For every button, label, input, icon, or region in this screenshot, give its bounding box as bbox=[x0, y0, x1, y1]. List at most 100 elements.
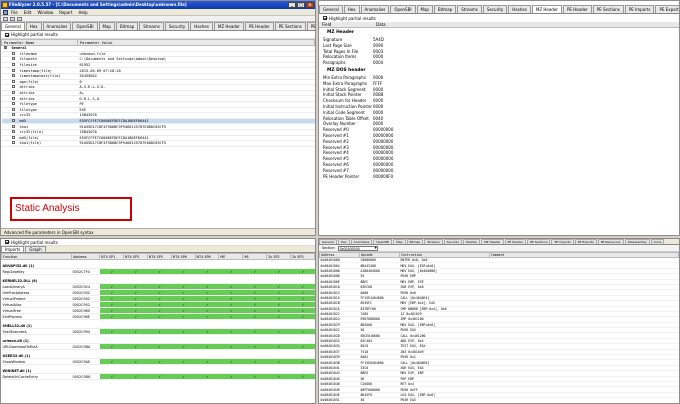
tab-opensbi[interactable]: OpenSBI bbox=[373, 239, 393, 244]
tab-pe-sections[interactable]: PE Sections bbox=[274, 22, 306, 30]
tab-mz-header[interactable]: MZ Header bbox=[531, 5, 562, 13]
imports-table: Function Address NT4 SP1 NT4 SP3 NT4 SP5 NT4 … bbox=[1, 253, 315, 380]
open-icon[interactable] bbox=[3, 17, 8, 21]
tab-map[interactable]: Map bbox=[98, 22, 115, 30]
field-value: 000000F0 bbox=[373, 173, 394, 179]
tab-streams[interactable]: Streams bbox=[139, 22, 164, 30]
tab-pe-imports[interactable]: PE Imports bbox=[306, 22, 315, 30]
menu-help[interactable]: Help bbox=[79, 10, 88, 15]
tab-pe-exports[interactable]: PE Exports bbox=[574, 239, 597, 244]
tab-anomalies[interactable]: Anomalies bbox=[350, 239, 373, 244]
column-header-field[interactable]: Field bbox=[319, 22, 373, 27]
row-checkbox[interactable] bbox=[9, 140, 18, 147]
tab-opensbi[interactable]: OpenSBI bbox=[390, 5, 416, 13]
imports-subtabs: Imports Graph bbox=[1, 246, 315, 253]
mz-header-fields: Signature 5A4D Last Page Size 0090 Total Pag… bbox=[319, 37, 679, 66]
dll-group-row[interactable]: WININET.dll (1) bbox=[1, 364, 315, 374]
tab-general[interactable]: General bbox=[319, 5, 343, 13]
tab-security[interactable]: Security bbox=[164, 22, 190, 30]
tab-imports[interactable]: Imports bbox=[1, 246, 25, 252]
tab-pe-imports[interactable]: PE Imports bbox=[624, 5, 655, 13]
tab-pe-sections[interactable]: PE Sections bbox=[592, 5, 624, 13]
field-row[interactable]: PE Header Pointer 000000F0 bbox=[319, 174, 679, 180]
section-mz-header: MZ Header bbox=[327, 30, 354, 35]
disasm-row[interactable]: 0x00401051 50 PUSH EAX bbox=[319, 397, 679, 403]
highlight-checkbox-2[interactable] bbox=[323, 16, 327, 20]
menu-edit[interactable]: Edit bbox=[24, 10, 32, 15]
section-selector-label: Section bbox=[322, 246, 335, 250]
imports-pane: Highlight partial results Imports Graph … bbox=[0, 238, 316, 404]
highlight-checkbox[interactable] bbox=[5, 32, 9, 37]
tab-anomalies[interactable]: Anomalies bbox=[42, 22, 72, 30]
general-table: Parameter Name Parameter Value General fi… bbox=[1, 39, 315, 147]
tab-bitmap[interactable]: Bitmap bbox=[406, 239, 424, 244]
tab-bitmap[interactable]: Bitmap bbox=[433, 5, 457, 13]
tab-map[interactable]: Map bbox=[416, 5, 433, 13]
tab-pe-exports[interactable]: PE Exports bbox=[655, 5, 679, 13]
tab-icons[interactable]: Icons bbox=[650, 239, 665, 244]
tab-hashes[interactable]: Hashes bbox=[508, 5, 531, 13]
compat-flag: ✓ bbox=[195, 373, 219, 380]
status-bar: Advanced file parameters in OpenSBI synt… bbox=[1, 228, 315, 235]
column-header-data[interactable]: Data bbox=[373, 22, 386, 27]
dll-group-row[interactable]: urlmon.dll (1) bbox=[1, 334, 315, 344]
tab-anomalies[interactable]: Anomalies bbox=[360, 5, 390, 13]
tab-hashes[interactable]: Hashes bbox=[190, 22, 213, 30]
menu-file[interactable]: File bbox=[11, 10, 18, 15]
menu-report[interactable]: Report bbox=[59, 10, 72, 15]
table-row[interactable]: sha1(file) 91A55D17C8F4F5D6BC9F9460125787… bbox=[1, 140, 315, 147]
compat-flag: ✓ bbox=[266, 373, 291, 380]
dll-group-row[interactable]: ADVAPI32.dll (1) bbox=[1, 259, 315, 269]
tab-map[interactable]: Map bbox=[393, 239, 406, 244]
dll-name: ADVAPI32.dll (1) bbox=[1, 259, 315, 269]
tab-pe-imports[interactable]: PE Imports bbox=[551, 239, 574, 244]
tab-bitmap[interactable]: Bitmap bbox=[115, 22, 139, 30]
compat-flag: ✓ bbox=[147, 373, 172, 380]
mz-header-pane: General Hex Anomalies OpenSBI Map Bitmap Strea… bbox=[318, 0, 680, 236]
dll-name: WININET.dll (1) bbox=[1, 364, 315, 374]
tab-hex[interactable]: Hex bbox=[25, 22, 42, 30]
tab-security[interactable]: Security bbox=[443, 239, 462, 244]
function-address: 0002C9D6 bbox=[71, 373, 100, 380]
tab-general[interactable]: General bbox=[1, 22, 25, 30]
save-icon[interactable] bbox=[10, 17, 15, 21]
tab-security[interactable]: Security bbox=[482, 5, 508, 13]
tab-mz-header[interactable]: MZ Header bbox=[213, 22, 244, 30]
dll-group-row[interactable]: USER32.dll (1) bbox=[1, 349, 315, 359]
menu-window[interactable]: Window bbox=[37, 10, 53, 15]
tab-pe-sections[interactable]: PE Sections bbox=[527, 239, 551, 244]
refresh-icon[interactable] bbox=[17, 17, 22, 21]
window-title: FileAlyzer 2.0.5.57 - [C:\Documents and … bbox=[9, 2, 187, 7]
app-icon bbox=[2, 2, 8, 8]
dll-group-row[interactable]: KERNEL32.DLL (6) bbox=[1, 274, 315, 284]
parameter-value: 91A55D17C8F4F5D6BC9F9460125787E00DC03CF5 bbox=[77, 140, 315, 147]
tab-pe-header[interactable]: PE Header bbox=[504, 239, 527, 244]
tab-streams[interactable]: Streams bbox=[424, 239, 443, 244]
minimize-button[interactable]: _ bbox=[288, 2, 296, 8]
compat-flag: ✓ bbox=[218, 373, 243, 380]
tab-pe-resources[interactable]: PE Resources bbox=[597, 239, 624, 244]
right-tabs: General Hex Anomalies OpenSBI Map Bitmap Strea… bbox=[319, 5, 679, 14]
parameter-name: sha1(file) bbox=[17, 140, 78, 147]
tab-general[interactable]: General bbox=[319, 239, 337, 244]
tab-opensbi[interactable]: OpenSBI bbox=[72, 22, 98, 30]
close-button[interactable]: × bbox=[306, 2, 314, 8]
tab-mz-header[interactable]: MZ Header bbox=[480, 239, 504, 244]
maximize-button[interactable]: □ bbox=[297, 2, 305, 8]
dll-group-row[interactable]: SHELL32.dll (1) bbox=[1, 319, 315, 329]
tab-disassembly[interactable]: Disassembly bbox=[624, 239, 650, 244]
highlight-partial-row-2[interactable]: Highlight partial results bbox=[319, 14, 679, 22]
import-row[interactable]: DeleteUrlCacheEntry 0002C9D6 ✓ ✓ ✓ ✓ ✓ ✓ ✓ ✓ ✓ bbox=[1, 373, 315, 380]
tab-hex[interactable]: Hex bbox=[343, 5, 360, 13]
tab-graph[interactable]: Graph bbox=[25, 246, 46, 252]
tab-hashes[interactable]: Hashes bbox=[463, 239, 480, 244]
tab-streams[interactable]: Streams bbox=[457, 5, 482, 13]
tab-hex[interactable]: Hex bbox=[337, 239, 350, 244]
general-pane: FileAlyzer 2.0.5.57 - [C:\Documents and … bbox=[0, 0, 316, 236]
tab-pe-header[interactable]: PE Header bbox=[562, 5, 592, 13]
highlight-partial-row-3[interactable]: Highlight partial results bbox=[1, 239, 315, 246]
section-selector[interactable]: 0x00400000 bbox=[337, 245, 378, 251]
tab-pe-header[interactable]: PE Header bbox=[244, 22, 274, 30]
highlight-partial-row[interactable]: Highlight partial results bbox=[1, 31, 315, 39]
highlight-checkbox-3[interactable] bbox=[5, 240, 9, 244]
